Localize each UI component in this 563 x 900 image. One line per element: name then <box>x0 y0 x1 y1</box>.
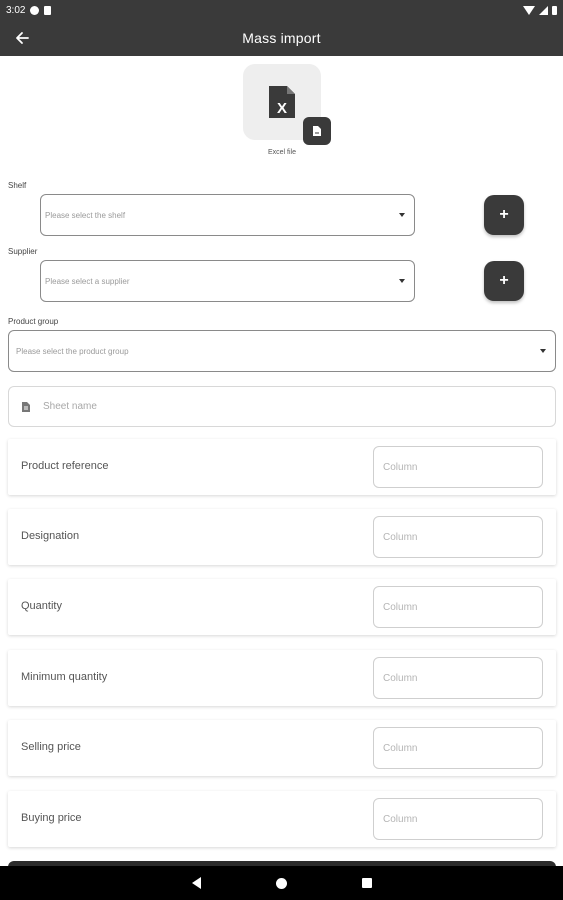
file-badge-icon <box>313 126 321 136</box>
supplier-select[interactable]: Please select a supplier <box>40 260 415 302</box>
column-input[interactable]: Column <box>373 516 543 558</box>
file-badge-button[interactable] <box>303 117 331 145</box>
column-placeholder: Column <box>383 742 418 754</box>
add-shelf-button[interactable]: + <box>484 195 524 235</box>
add-supplier-button[interactable]: + <box>484 261 524 301</box>
document-icon <box>22 401 30 412</box>
product-group-label: Product group <box>8 317 59 326</box>
sd-card-icon <box>44 5 52 15</box>
notification-icon <box>30 5 40 15</box>
column-input[interactable]: Column <box>373 586 543 628</box>
column-input[interactable]: Column <box>373 657 543 699</box>
mapping-label: Buying price <box>21 812 82 824</box>
column-placeholder: Column <box>383 601 418 613</box>
excel-file-icon: X <box>269 86 295 118</box>
mapping-row-selling-price: Selling price Column <box>8 720 556 776</box>
product-group-select[interactable]: Please select the product group <box>8 330 556 372</box>
mapping-row-designation: Designation Column <box>8 509 556 565</box>
status-bar: 3:02 <box>0 0 563 20</box>
mapping-label: Product reference <box>21 460 109 472</box>
mapping-row-minimum-quantity: Minimum quantity Column <box>8 650 556 706</box>
mapping-label: Selling price <box>21 741 81 753</box>
status-time: 3:02 <box>6 4 26 16</box>
app-bar: Mass import <box>0 20 563 56</box>
nav-recents-icon[interactable] <box>361 878 372 888</box>
system-nav-bar <box>0 866 563 900</box>
mapping-label: Quantity <box>21 600 62 612</box>
shelf-select[interactable]: Please select the shelf <box>40 194 415 236</box>
dropdown-arrow-icon <box>399 279 405 283</box>
mapping-row-buying-price: Buying price Column <box>8 791 556 847</box>
column-input[interactable]: Column <box>373 798 543 840</box>
nav-back-icon[interactable] <box>191 877 201 889</box>
mapping-label: Minimum quantity <box>21 671 108 683</box>
mapping-label: Designation <box>21 530 80 542</box>
excel-glyph: X <box>277 100 287 117</box>
column-placeholder: Column <box>383 672 418 684</box>
plus-icon: + <box>499 272 509 289</box>
supplier-placeholder: Please select a supplier <box>45 276 130 286</box>
column-placeholder: Column <box>383 813 418 825</box>
shelf-label: Shelf <box>8 181 27 190</box>
mapping-row-product-reference: Product reference Column <box>8 439 556 495</box>
battery-icon <box>552 5 557 15</box>
signal-icon <box>539 5 548 15</box>
column-input[interactable]: Column <box>373 727 543 769</box>
dropdown-arrow-icon <box>540 349 546 353</box>
sheet-name-input[interactable]: Sheet name <box>8 386 556 427</box>
mapping-row-quantity: Quantity Column <box>8 579 556 635</box>
supplier-label: Supplier <box>8 247 38 256</box>
back-arrow-icon <box>16 32 29 44</box>
plus-icon: + <box>499 206 509 223</box>
back-button[interactable] <box>10 26 34 50</box>
shelf-placeholder: Please select the shelf <box>45 210 126 220</box>
column-placeholder: Column <box>383 531 418 543</box>
sheet-name-placeholder: Sheet name <box>43 401 97 412</box>
nav-home-icon[interactable] <box>275 877 287 889</box>
product-group-placeholder: Please select the product group <box>16 346 129 356</box>
file-label: Excel file <box>267 149 296 156</box>
wifi-icon <box>523 5 535 15</box>
page-title: Mass import <box>242 30 321 46</box>
column-input[interactable]: Column <box>373 446 543 488</box>
column-placeholder: Column <box>383 461 418 473</box>
dropdown-arrow-icon <box>399 213 405 217</box>
